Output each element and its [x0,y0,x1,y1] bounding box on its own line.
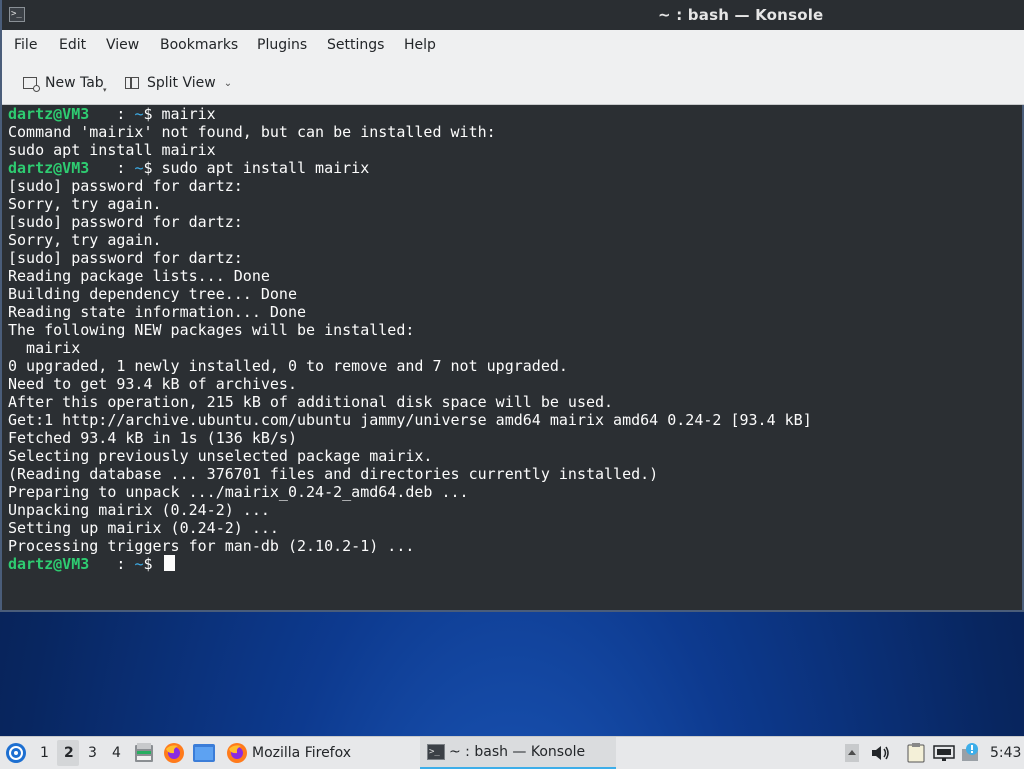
terminal-output-line: Unpacking mairix (0.24-2) ... [8,501,270,519]
menu-edit[interactable]: Edit [59,37,86,53]
prompt-user: dartz@VM3 [8,555,90,573]
chevron-down-icon: ⌄ [223,77,233,89]
prompt-symbol: $ [143,159,162,177]
taskbar-firefox-task[interactable]: Mozilla Firefox [224,737,404,769]
terminal-prompt-line: dartz@VM3 : ~$ mairix [8,105,812,123]
terminal-output-line: Setting up mairix (0.24-2) ... [8,519,279,537]
terminal-output-line: Selecting previously unselected package … [8,447,433,465]
terminal-output-line: Preparing to unpack .../mairix_0.24-2_am… [8,483,469,501]
new-tab-menu-chevron-icon[interactable]: ▾ [103,86,107,94]
prompt-symbol: $ [143,555,162,573]
terminal-output-line: (Reading database ... 376701 files and d… [8,465,659,483]
konsole-app-icon[interactable]: >_ [9,7,25,22]
notifications-icon[interactable] [961,743,983,763]
prompt-separator: : [89,159,135,177]
terminal-output-line: Processing triggers for man-db (2.10.2-1… [8,537,415,555]
terminal-output-line: Building dependency tree... Done [8,285,297,303]
application-launcher-icon[interactable] [5,742,27,764]
taskbar: 1 2 3 4 Mozilla Firefox >_ ~ : bash — Ko… [0,736,1024,769]
terminal-output-line: [sudo] password for dartz: [8,177,243,195]
show-desktop-icon[interactable] [193,744,215,762]
menu-bar: File Edit View Bookmarks Plugins Setting… [2,30,1024,60]
terminal-output-line: sudo apt install mairix [8,141,216,159]
terminal-output-line: Reading state information... Done [8,303,307,321]
terminal-output-line: mairix [8,339,81,357]
terminal-prompt-line: dartz@VM3 : ~$ [8,555,812,573]
firefox-icon [227,743,247,763]
command-text: mairix [161,105,216,123]
desktop-1[interactable]: 1 [40,745,49,761]
terminal-output-line: Need to get 93.4 kB of archives. [8,375,297,393]
firefox-task-label: Mozilla Firefox [252,745,352,761]
prompt-user: dartz@VM3 [8,105,90,123]
desktop-4[interactable]: 4 [112,745,121,761]
desktop-2[interactable]: 2 [64,745,74,761]
konsole-window: >_ ~ : bash — Konsole File Edit View Boo… [0,0,1024,612]
toolbar: New Tab ▾ Split View ⌄ [2,60,1024,105]
prompt-symbol: $ [143,105,162,123]
split-view-label: Split View [147,75,216,91]
clipboard-icon[interactable] [907,743,925,763]
terminal-output-line: The following NEW packages will be insta… [8,321,415,339]
command-text: sudo apt install mairix [161,159,370,177]
prompt-user: dartz@VM3 [8,159,90,177]
terminal-output-line: Sorry, try again. [8,231,162,249]
terminal-cursor [163,555,175,571]
new-tab-button[interactable]: New Tab [23,73,104,93]
network-icon[interactable] [933,745,955,761]
menu-settings[interactable]: Settings [327,37,384,53]
split-view-button[interactable]: Split View ⌄ [125,73,232,93]
terminal-output-line: Reading package lists... Done [8,267,270,285]
volume-icon[interactable] [871,745,891,761]
title-bar[interactable]: >_ ~ : bash — Konsole [2,0,1024,30]
terminal-output-line: Command 'mairix' not found, but can be i… [8,123,496,141]
clock[interactable]: 5:43 [990,745,1021,761]
file-manager-icon[interactable] [134,742,154,764]
menu-plugins[interactable]: Plugins [257,37,307,53]
terminal-output-line: Get:1 http://archive.ubuntu.com/ubuntu j… [8,411,812,429]
terminal-output-line: [sudo] password for dartz: [8,249,243,267]
menu-file[interactable]: File [14,37,37,53]
window-title: ~ : bash — Konsole [658,6,824,24]
menu-help[interactable]: Help [404,37,436,53]
konsole-task-label: ~ : bash — Konsole [449,744,586,760]
terminal-output-line: 0 upgraded, 1 newly installed, 0 to remo… [8,357,568,375]
menu-bookmarks[interactable]: Bookmarks [160,37,238,53]
firefox-launcher-icon[interactable] [163,742,185,764]
terminal-output-line: After this operation, 215 kB of addition… [8,393,614,411]
terminal-output-line: [sudo] password for dartz: [8,213,243,231]
new-tab-label: New Tab [45,75,104,91]
taskbar-konsole-task[interactable]: >_ ~ : bash — Konsole [420,737,616,769]
menu-view[interactable]: View [106,37,139,53]
konsole-icon: >_ [427,744,445,760]
terminal-output: dartz@VM3 : ~$ mairix Command 'mairix' no… [8,105,812,573]
terminal-prompt-line: dartz@VM3 : ~$ sudo apt install mairix [8,159,812,177]
split-view-icon [125,77,139,89]
prompt-separator: : [89,555,135,573]
desktop-3[interactable]: 3 [88,745,97,761]
prompt-separator: : [89,105,135,123]
tray-expand-arrow-icon[interactable] [845,744,859,762]
new-tab-icon [23,77,40,92]
terminal-output-line: Sorry, try again. [8,195,162,213]
terminal-area[interactable]: dartz@VM3 : ~$ mairix Command 'mairix' no… [2,105,1022,610]
terminal-output-line: Fetched 93.4 kB in 1s (136 kB/s) [8,429,297,447]
